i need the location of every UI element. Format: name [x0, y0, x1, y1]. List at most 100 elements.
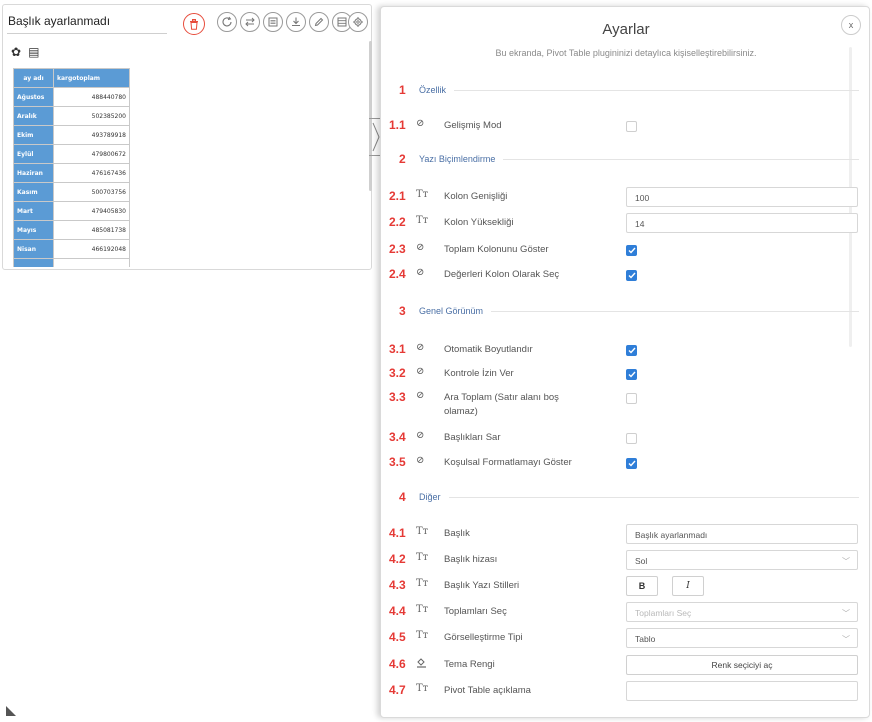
chevron-down-icon: ﹀ [842, 635, 850, 644]
baslik-hizasi-select[interactable]: Sol ﹀ [626, 550, 858, 570]
row-value: 466192048 [53, 239, 130, 259]
row-label: Ekim [13, 125, 54, 145]
setting-pivot-aciklama: 4.7 Tт Pivot Table açıklama [389, 681, 859, 701]
pivot-table-container: ay adı kargotoplam Ağustos 488440780 Aral… [13, 68, 358, 267]
row-label: Ağustos [13, 87, 54, 107]
eye-slash-icon: ⊘ [416, 390, 425, 401]
swap-button[interactable] [240, 12, 260, 32]
gelismis-mod-checkbox[interactable] [626, 121, 637, 132]
refresh-button[interactable] [217, 12, 237, 32]
section-yazi-bicimlendirme[interactable]: 2 Yazı Biçimlendirme [399, 150, 859, 168]
row-number: 4.7 [389, 683, 406, 697]
section-title: Yazı Biçimlendirme [419, 154, 496, 164]
col-header-ay-adi[interactable]: ay adı [13, 68, 54, 88]
close-button[interactable]: x [841, 15, 861, 35]
eye-slash-icon: ⊘ [416, 242, 425, 253]
table-row: Ağustos 488440780 [13, 87, 130, 107]
ara-toplam-checkbox[interactable] [626, 393, 637, 404]
download-button[interactable] [286, 12, 306, 32]
pivot-widget: Başlık ayarlanmadı ✿ ▤ ay adı kargotopla… [2, 4, 372, 270]
pivot-aciklama-input[interactable] [626, 681, 858, 701]
download-icon [292, 17, 300, 27]
table-row: Aralık 502385200 [13, 106, 130, 126]
kontrole-izin-checkbox[interactable] [626, 369, 637, 380]
check-icon [628, 371, 636, 378]
section-title: Genel Görünüm [419, 306, 484, 316]
toplamlari-sec-select[interactable]: Toplamları Seç ﹀ [626, 602, 858, 622]
chevron-down-icon: ﹀ [842, 557, 850, 566]
row-label: Haziran [13, 163, 54, 183]
setting-toplam-kolonu: 2.3 ⊘ Toplam Kolonunu Göster [389, 240, 859, 260]
cog-icon[interactable]: ✿ [11, 45, 21, 59]
setting-ara-toplam: 3.3 ⊘ Ara Toplam (Satır alanı boş olamaz… [389, 388, 859, 418]
row-label: Başlıkları Sar [444, 432, 501, 443]
row-label: Kontrole İzin Ver [444, 368, 514, 379]
table-row: Mayıs 485081738 [13, 220, 130, 240]
section-number: 1 [399, 83, 406, 97]
row-number: 3.2 [389, 366, 406, 380]
bold-button[interactable]: B [626, 576, 658, 596]
baslik-input[interactable]: Başlık ayarlanmadı [626, 524, 858, 544]
section-diger[interactable]: 4 Diğer [399, 488, 859, 506]
row-number: 3.1 [389, 342, 406, 356]
row-value: 485081738 [53, 220, 130, 240]
widget-small-icons: ✿ ▤ [11, 45, 39, 59]
file-icon[interactable]: ▤ [28, 45, 39, 59]
kosulsal-formatlama-checkbox[interactable] [626, 458, 637, 469]
basliklari-sar-checkbox[interactable] [626, 433, 637, 444]
eye-slash-icon: ⊘ [416, 430, 425, 441]
pivot-table: ay adı kargotoplam Ağustos 488440780 Aral… [13, 68, 130, 267]
section-title: Özellik [419, 85, 447, 95]
section-ozellik[interactable]: 1 Özellik [399, 81, 859, 99]
degerleri-kolon-checkbox[interactable] [626, 270, 637, 281]
row-value: 476167436 [53, 163, 130, 183]
row-number: 4.1 [389, 526, 406, 540]
widget-scrollbar[interactable] [369, 41, 372, 191]
row-label: Kolon Yüksekliği [444, 217, 514, 228]
section-genel-gorunum[interactable]: 3 Genel Görünüm [399, 302, 859, 320]
resize-handle-icon[interactable] [6, 706, 16, 716]
row-value: 500703756 [53, 182, 130, 202]
setting-tema-rengi: 4.6 Tema Rengi Renk seçiciyi aç [389, 655, 859, 675]
check-icon [628, 272, 636, 279]
row-number: 4.6 [389, 657, 406, 671]
row-value: 502385200 [53, 106, 130, 126]
color-picker-button[interactable]: Renk seçiciyi aç [626, 655, 858, 675]
list-button[interactable] [263, 12, 283, 32]
table-row: Eylül 479800672 [13, 144, 130, 164]
row-value: 493789918 [53, 125, 130, 145]
row-label: Ara Toplam (Satır alanı boş olamaz) [444, 392, 559, 417]
select-value: Tablo [635, 634, 656, 644]
edit-button[interactable] [309, 12, 329, 32]
paint-bucket-icon [416, 657, 427, 671]
row-value: 479405830 [53, 201, 130, 221]
edit-icon [314, 17, 324, 27]
col-header-kargotoplam[interactable]: kargotoplam [53, 68, 130, 88]
chevron-down-icon: ﹀ [842, 609, 850, 618]
kolon-yuksekligi-input[interactable]: 14 [626, 213, 858, 233]
section-title: Diğer [419, 492, 441, 502]
kolon-genisligi-input[interactable]: 100 [626, 187, 858, 207]
section-number: 3 [399, 304, 406, 318]
table-row: Ekim 493789918 [13, 125, 130, 145]
widget-title[interactable]: Başlık ayarlanmadı [8, 14, 110, 28]
row-number: 4.2 [389, 552, 406, 566]
row-label: Başlık hizası [444, 554, 498, 565]
select-value: Sol [635, 556, 648, 566]
otomatik-boyutlandir-checkbox[interactable] [626, 345, 637, 356]
italic-button[interactable]: I [672, 576, 704, 596]
row-label: Tema Rengi [444, 659, 495, 670]
list-icon [268, 17, 278, 27]
row-label: Kasım [13, 182, 54, 202]
eye-slash-icon: ⊘ [416, 267, 425, 278]
delete-button[interactable] [183, 13, 205, 35]
eye-slash-icon: ⊘ [416, 118, 425, 129]
text-type-icon: Tт [416, 630, 429, 641]
row-label: Değerleri Kolon Olarak Seç [444, 269, 560, 280]
panel-subtitle: Bu ekranda, Pivot Table plugininizi deta… [495, 48, 757, 58]
settings-button[interactable] [348, 12, 368, 32]
toplam-kolonu-checkbox[interactable] [626, 245, 637, 256]
row-label: Toplamları Seç [444, 606, 507, 617]
gorsellestirme-tipi-select[interactable]: Tablo ﹀ [626, 628, 858, 648]
row-label: Kolon Genişliği [444, 191, 508, 202]
